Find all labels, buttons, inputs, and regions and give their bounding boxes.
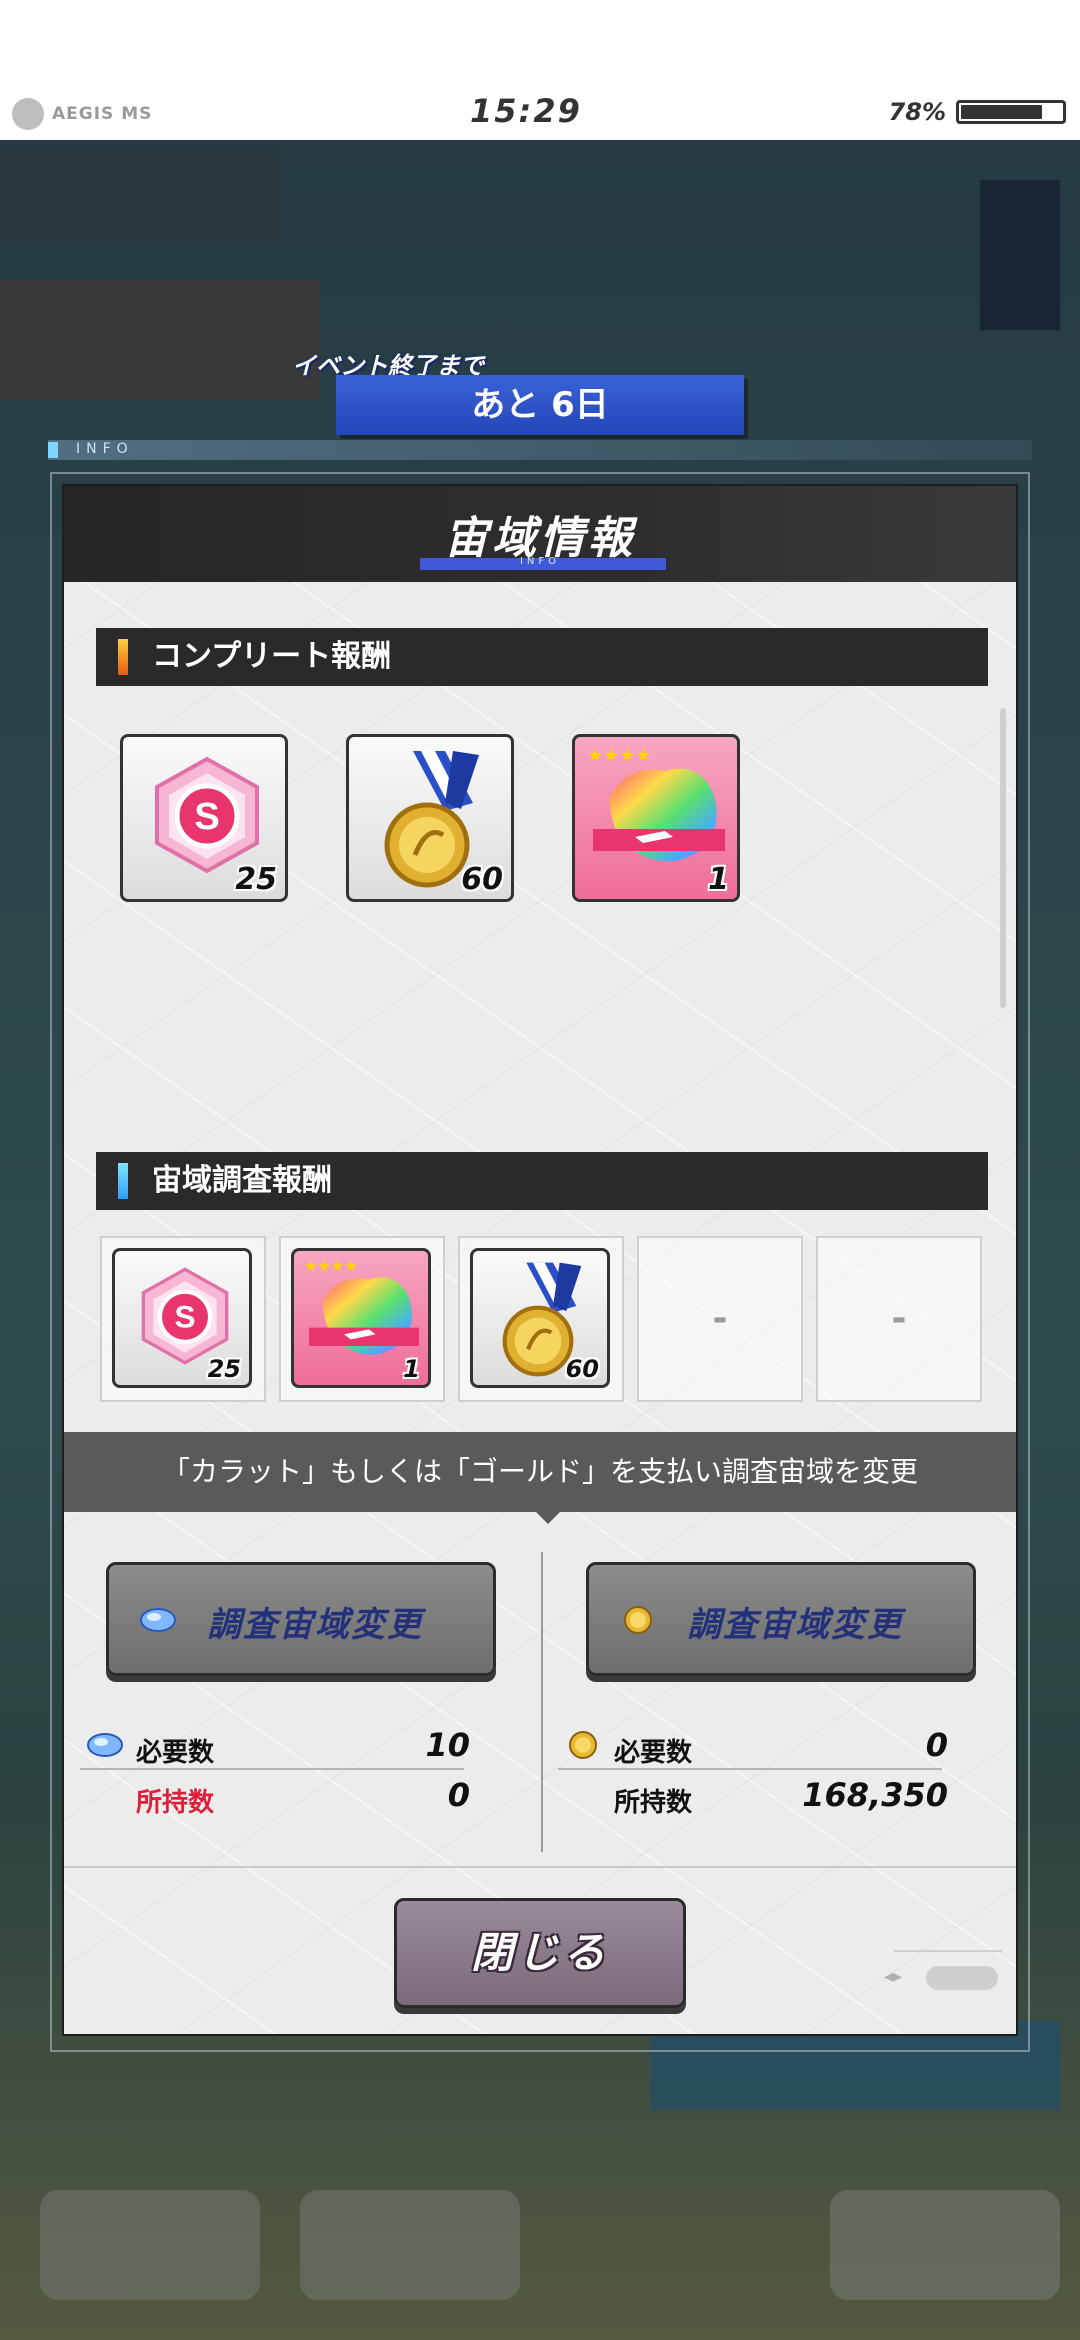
carat-change-button[interactable]: 調査宙域変更	[106, 1562, 496, 1676]
app-logo: AEGIS MS	[12, 98, 152, 130]
survey-slot-empty: -	[637, 1236, 803, 1402]
info-strip: INFO	[48, 440, 1032, 460]
svg-text:S: S	[174, 1299, 195, 1335]
item-count: 25	[235, 862, 277, 897]
item-count: 1	[403, 1355, 420, 1383]
empty-dash: -	[712, 1298, 728, 1339]
gold-required-label: 必要数	[614, 1738, 693, 1768]
carat-gem-icon	[87, 1733, 123, 1757]
gold-coin-icon	[569, 1731, 597, 1759]
options-divider	[541, 1552, 543, 1852]
carat-owned-label: 所持数	[136, 1788, 215, 1818]
item-count: 60	[461, 862, 503, 897]
gold-owned-row: 所持数 168,350	[558, 1776, 948, 1818]
empty-dash: -	[891, 1298, 907, 1339]
carat-owned-row: 所持数 0	[80, 1776, 470, 1818]
svg-text:★★★★: ★★★★	[304, 1257, 358, 1275]
carat-required-value: 10	[425, 1726, 470, 1764]
carat-owned-value: 0	[447, 1776, 470, 1814]
close-button[interactable]: 閉じる	[394, 1898, 686, 2008]
survey-rewards-title: 宙域調査報酬	[152, 1163, 332, 1198]
gold-coin-icon	[624, 1606, 652, 1634]
info-strip-label: INFO	[76, 441, 134, 457]
survey-item-rainbow-card[interactable]: ★★★★ 1	[291, 1248, 431, 1388]
battery-percent: 78%	[888, 98, 946, 126]
item-count: 1	[708, 862, 729, 897]
notice-pointer	[534, 1510, 562, 1524]
section-marker	[118, 1163, 128, 1199]
item-count: 25	[207, 1355, 241, 1383]
arrows-icon: ◂▸	[884, 1966, 903, 1987]
gold-required-value: 0	[925, 1726, 948, 1764]
survey-slot[interactable]: ★★★★ 1	[279, 1236, 445, 1402]
mini-line	[894, 1950, 1002, 1952]
info-strip-marker	[48, 442, 58, 458]
svg-text:S: S	[194, 796, 219, 838]
survey-slot[interactable]: 60	[458, 1236, 624, 1402]
logo-icon	[12, 98, 44, 130]
gold-owned-value: 168,350	[802, 1776, 948, 1814]
dialog-header: 宙域情報 INFO	[64, 486, 1016, 582]
logo-text: AEGIS MS	[52, 104, 153, 124]
event-remaining-days: あと 6日	[336, 375, 744, 435]
clock: 15:29	[470, 92, 582, 130]
carat-change-label: 調査宙域変更	[207, 1605, 423, 1645]
gold-required-row: 必要数 0	[558, 1726, 948, 1768]
mini-slider[interactable]	[926, 1966, 998, 1990]
carat-gem-icon	[140, 1608, 176, 1632]
gold-change-button[interactable]: 調査宙域変更	[586, 1562, 976, 1676]
survey-item-s-crystal[interactable]: S 25	[112, 1248, 252, 1388]
section-marker	[118, 639, 128, 675]
reward-item-medal[interactable]: 60	[346, 734, 514, 902]
survey-slot[interactable]: S 25	[100, 1236, 266, 1402]
reward-item-rainbow-card[interactable]: ★★★★ 1	[572, 734, 740, 902]
dialog-title-sub: INFO	[519, 556, 561, 567]
svg-text:★★★★: ★★★★	[587, 745, 652, 766]
space-info-dialog: 宙域情報 INFO コンプリート報酬 S 25 60 ★★★★ 1 宙域調査報酬…	[62, 484, 1018, 2036]
battery-icon	[956, 100, 1066, 124]
gold-change-label: 調査宙域変更	[687, 1605, 903, 1645]
mini-controls: ◂▸	[884, 1936, 1004, 1996]
survey-rewards-header: 宙域調査報酬	[96, 1152, 988, 1210]
carat-required-label: 必要数	[136, 1738, 215, 1768]
carat-required-row: 必要数 10	[80, 1726, 470, 1768]
footer-divider	[64, 1866, 1016, 1868]
complete-rewards-title: コンプリート報酬	[152, 639, 392, 674]
status-bar: AEGIS MS 15:29 78%	[0, 0, 1080, 140]
complete-rewards-scrollbar[interactable]	[1000, 708, 1006, 1008]
survey-item-medal[interactable]: 60	[470, 1248, 610, 1388]
reward-item-s-crystal[interactable]: S 25	[120, 734, 288, 902]
battery-fill	[961, 105, 1043, 119]
gold-owned-label: 所持数	[614, 1788, 693, 1818]
survey-slot-empty: -	[816, 1236, 982, 1402]
battery: 78%	[889, 98, 1066, 126]
change-notice: 「カラット」もしくは「ゴールド」を支払い調査宙域を変更	[64, 1432, 1016, 1512]
row-divider	[80, 1768, 464, 1770]
row-divider	[558, 1768, 942, 1770]
complete-rewards-header: コンプリート報酬	[96, 628, 988, 686]
item-count: 60	[565, 1355, 599, 1383]
